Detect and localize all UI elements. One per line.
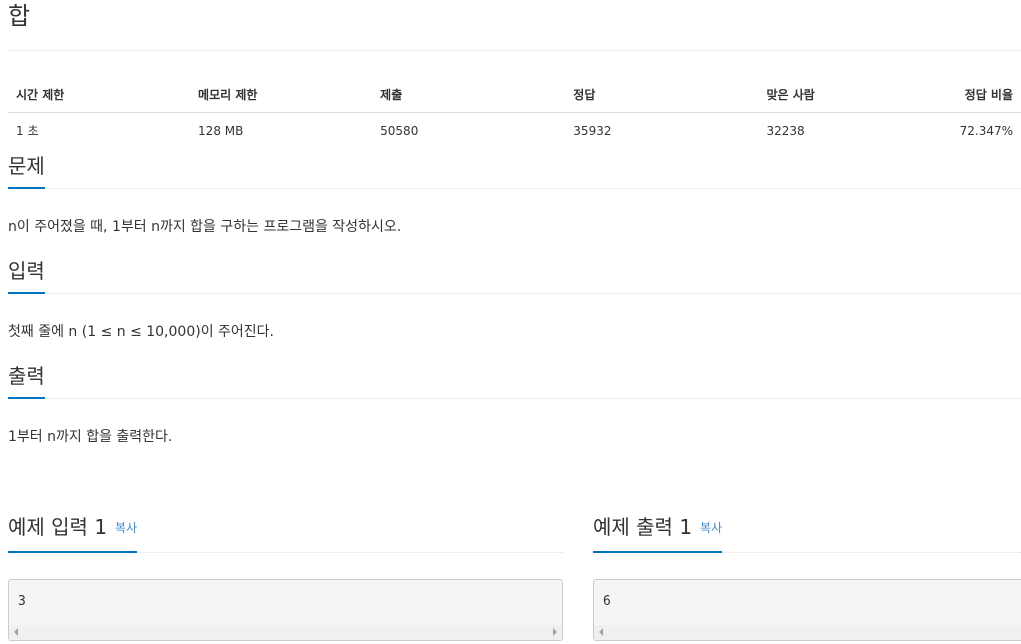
header-accept-ratio: 정답 비율: [951, 77, 1021, 113]
scroll-right-arrow-icon[interactable]: [553, 628, 557, 636]
description-section: 문제 n이 주어졌을 때, 1부터 n까지 합을 구하는 프로그램을 작성하시오…: [8, 152, 1021, 237]
description-text: n이 주어졌을 때, 1부터 n까지 합을 구하는 프로그램을 작성하시오.: [8, 219, 402, 235]
sample-input-headline: 예제 입력 1 복사: [8, 514, 563, 553]
sample-output-column: 예제 출력 1 복사 6: [593, 514, 1021, 641]
value-accepted: 35932: [573, 123, 612, 138]
sample-input-box[interactable]: 3: [8, 579, 563, 641]
header-time-limit: 시간 제한: [8, 77, 191, 113]
output-heading: 출력: [8, 363, 45, 399]
sample-output-headline: 예제 출력 1 복사: [593, 514, 1021, 553]
sample-output-heading: 예제 출력 1 복사: [593, 514, 723, 553]
output-section: 출력 1부터 n까지 합을 출력한다.: [8, 362, 1021, 447]
scroll-left-arrow-icon[interactable]: [599, 628, 603, 636]
problem-info-table: 시간 제한 메모리 제한 제출 정답 맞은 사람 정답 비율 1 초 128 M…: [8, 77, 1021, 148]
sample-output-scrollbar[interactable]: [594, 625, 1021, 640]
header-solved-users: 맞은 사람: [758, 77, 952, 113]
sample-input-content: 3: [18, 594, 26, 609]
sample-input-scrollbar[interactable]: [9, 625, 562, 640]
header-memory-limit: 메모리 제한: [190, 77, 373, 113]
info-header-row: 시간 제한 메모리 제한 제출 정답 맞은 사람 정답 비율: [8, 77, 1021, 113]
scroll-left-arrow-icon[interactable]: [14, 628, 18, 636]
input-headline: 입력: [8, 257, 1021, 294]
header-submissions: 제출: [372, 77, 566, 113]
description-headline: 문제: [8, 152, 1021, 189]
problem-page: 합 시간 제한 메모리 제한 제출 정답 맞은 사람 정답 비율 1 초 128…: [8, 0, 1021, 447]
value-solved-users: 32238: [766, 123, 805, 138]
sample-input-column: 예제 입력 1 복사 3: [8, 514, 563, 641]
value-time-limit: 1 초: [16, 124, 39, 138]
output-text: 1부터 n까지 합을 출력한다.: [8, 429, 173, 445]
output-headline: 출력: [8, 362, 1021, 399]
input-text: 첫째 줄에 n (1 ≤ n ≤ 10,000)이 주어진다.: [8, 324, 274, 340]
header-accepted: 정답: [565, 77, 759, 113]
problem-title: 합: [8, 2, 31, 30]
description-heading: 문제: [8, 153, 45, 189]
copy-sample-output-link[interactable]: 복사: [700, 521, 722, 535]
value-memory-limit: 128 MB: [198, 123, 244, 138]
info-value-row: 1 초 128 MB 50580 35932 32238 72.347%: [8, 113, 1021, 149]
sample-output-content: 6: [603, 594, 611, 609]
input-heading: 입력: [8, 258, 45, 294]
value-accept-ratio: 72.347%: [959, 123, 1013, 138]
sample-input-title: 예제 입력 1: [8, 515, 108, 539]
title-divider: [8, 50, 1021, 51]
sample-output-title: 예제 출력 1: [593, 515, 693, 539]
value-submissions: 50580: [380, 123, 419, 138]
input-section: 입력 첫째 줄에 n (1 ≤ n ≤ 10,000)이 주어진다.: [8, 257, 1021, 342]
sample-input-heading: 예제 입력 1 복사: [8, 514, 138, 553]
copy-sample-input-link[interactable]: 복사: [115, 521, 137, 535]
sample-output-box[interactable]: 6: [593, 579, 1021, 641]
